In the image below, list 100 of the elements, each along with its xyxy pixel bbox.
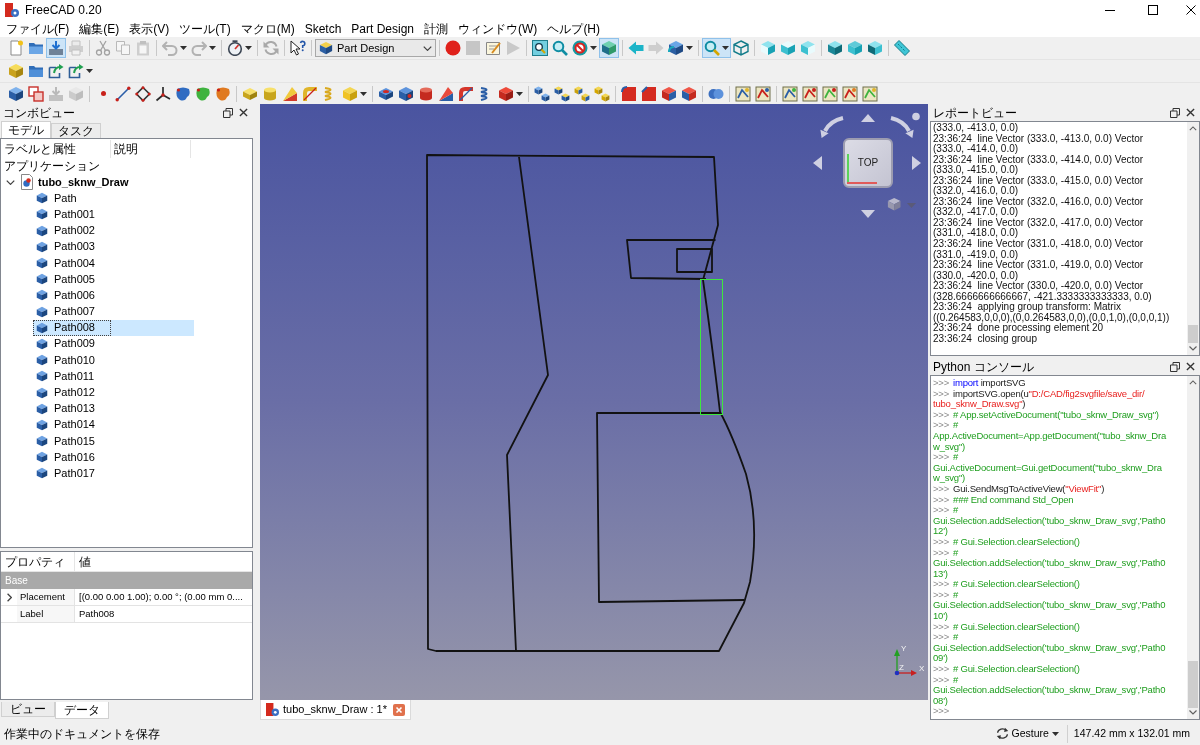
toolbar-button[interactable] bbox=[570, 38, 599, 58]
restore-icon[interactable] bbox=[223, 107, 233, 118]
tree-item[interactable]: Path001 bbox=[33, 206, 96, 223]
toolbar-button[interactable] bbox=[780, 83, 800, 104]
tree-item[interactable]: Path010 bbox=[33, 352, 96, 369]
tree-item[interactable]: Path009 bbox=[33, 335, 96, 352]
close-icon[interactable] bbox=[1186, 5, 1196, 15]
close-icon[interactable] bbox=[1186, 362, 1195, 371]
toolbar-button[interactable] bbox=[133, 83, 153, 104]
tree-item[interactable]: Path003 bbox=[33, 238, 96, 255]
menu-item[interactable]: ウィンドウ(W) bbox=[453, 20, 543, 37]
cube-icon bbox=[847, 40, 863, 56]
tree-item[interactable]: Path002 bbox=[33, 222, 96, 239]
triangle-left-icon[interactable] bbox=[813, 156, 822, 170]
scrollbar-thumb[interactable] bbox=[1188, 325, 1198, 343]
tree-item[interactable]: Path014 bbox=[33, 416, 96, 433]
restore-icon[interactable] bbox=[1170, 107, 1180, 118]
tray-arrow-icon bbox=[48, 85, 64, 102]
sketch-icon bbox=[862, 85, 878, 102]
app-logo-icon bbox=[5, 3, 19, 17]
console-line: >>> import importSVG bbox=[933, 378, 1027, 389]
menu-item[interactable]: 表示(V) bbox=[124, 20, 175, 37]
nav-cube-face[interactable]: TOP bbox=[843, 138, 893, 188]
tree-item[interactable]: Path013 bbox=[33, 400, 96, 417]
chevron-up-icon[interactable] bbox=[1189, 380, 1197, 385]
tree-item[interactable]: Path012 bbox=[33, 384, 96, 401]
caret-icon bbox=[516, 91, 523, 96]
column-header[interactable]: ラベルと属性 bbox=[1, 140, 111, 158]
tree-item[interactable]: Path015 bbox=[33, 433, 96, 450]
log-line: 23:36:24 line Vector (330.0, -420.0, 0.0) Vector bbox=[933, 281, 1144, 292]
close-icon[interactable] bbox=[1186, 108, 1195, 117]
menu-item[interactable]: ファイル(F) bbox=[1, 20, 75, 37]
triangle-up-icon[interactable] bbox=[861, 114, 875, 122]
curved-arrow-icon[interactable] bbox=[890, 116, 914, 138]
tab[interactable]: タスク bbox=[51, 123, 101, 138]
window-title: FreeCAD 0.20 bbox=[25, 4, 102, 16]
column-header[interactable]: プロパティ bbox=[1, 552, 75, 571]
tree-item[interactable]: Path005 bbox=[33, 271, 96, 288]
caret-icon bbox=[180, 46, 187, 50]
cube-icon bbox=[36, 402, 48, 415]
menu-item[interactable]: マクロ(M) bbox=[235, 20, 300, 37]
close-icon[interactable] bbox=[239, 108, 248, 117]
menu-item[interactable]: Sketch bbox=[299, 20, 347, 37]
menu-item[interactable]: Part Design bbox=[346, 20, 420, 37]
toolbar-button[interactable] bbox=[225, 38, 254, 58]
tree-item[interactable]: tubo_sknw_Draw bbox=[20, 174, 130, 191]
tree-item[interactable]: Path007 bbox=[33, 303, 96, 320]
tree-item[interactable]: Path004 bbox=[33, 255, 96, 272]
toolbar-button[interactable] bbox=[66, 61, 95, 81]
viewport[interactable]: TOP Y Z X bbox=[260, 104, 928, 700]
toolbar-button[interactable] bbox=[733, 83, 753, 104]
tree-item[interactable]: Path008 bbox=[33, 319, 194, 336]
minimize-icon[interactable] bbox=[1104, 9, 1115, 11]
toolbar-button[interactable] bbox=[840, 83, 860, 104]
menu-item[interactable]: ツール(T) bbox=[174, 20, 236, 37]
chevron-right-icon[interactable] bbox=[6, 592, 12, 602]
document-tab[interactable]: tubo_sknw_Draw : 1* bbox=[260, 700, 411, 720]
toolbar-button[interactable] bbox=[865, 38, 885, 58]
triangle-right-icon[interactable] bbox=[912, 156, 921, 170]
toolbar-button[interactable] bbox=[619, 83, 639, 104]
workbench-dropdown[interactable]: Part Design bbox=[315, 39, 436, 57]
scrollbar-thumb[interactable] bbox=[1188, 661, 1198, 708]
column-header[interactable]: 値 bbox=[75, 552, 135, 571]
tree-item[interactable]: Path016 bbox=[33, 449, 96, 466]
tab[interactable]: ビュー bbox=[1, 702, 55, 717]
cube-icon bbox=[36, 305, 48, 318]
menu-item[interactable]: ヘルプ(H) bbox=[542, 20, 606, 37]
cube-arrow-icon bbox=[668, 40, 684, 56]
export-arrow-icon bbox=[48, 63, 64, 79]
toolbar-button[interactable] bbox=[800, 83, 820, 104]
tab[interactable]: モデル bbox=[1, 121, 51, 138]
menu-item[interactable]: 編集(E) bbox=[74, 20, 125, 37]
cube-icon[interactable] bbox=[887, 197, 901, 211]
triangle-down-icon[interactable] bbox=[861, 210, 875, 218]
toolbar-button[interactable] bbox=[530, 38, 550, 58]
tree-item[interactable]: Path006 bbox=[33, 287, 96, 304]
export-arrow-icon bbox=[68, 63, 84, 79]
toolbar-button[interactable] bbox=[666, 38, 695, 58]
tree-item[interactable]: Path011 bbox=[33, 368, 96, 385]
restore-icon[interactable] bbox=[1170, 361, 1180, 372]
toolbar-button[interactable] bbox=[46, 61, 66, 81]
toolbar-button[interactable] bbox=[753, 83, 773, 104]
menu-item[interactable]: 計測 bbox=[419, 20, 454, 37]
chevron-down-icon[interactable] bbox=[1189, 346, 1197, 351]
toolbar-button[interactable] bbox=[288, 38, 308, 58]
circle-icon[interactable] bbox=[912, 112, 920, 121]
chevron-down-icon[interactable] bbox=[6, 179, 15, 185]
column-header[interactable]: 説明 bbox=[111, 140, 191, 158]
toolbar-button[interactable] bbox=[639, 83, 659, 104]
chevron-down-icon[interactable] bbox=[1189, 710, 1197, 715]
navigation-style-button[interactable]: Gesture bbox=[993, 724, 1061, 743]
toolbar-button[interactable] bbox=[825, 38, 845, 58]
cursor-question-icon bbox=[290, 40, 306, 56]
curved-arrow-icon[interactable] bbox=[820, 116, 844, 138]
tree-item[interactable]: Path bbox=[33, 190, 78, 207]
tree-item[interactable]: Path017 bbox=[33, 465, 96, 482]
tab[interactable]: データ bbox=[55, 702, 109, 719]
chevron-up-icon[interactable] bbox=[1189, 126, 1197, 131]
rounded-block-icon bbox=[621, 85, 637, 102]
maximize-icon[interactable] bbox=[1147, 5, 1158, 15]
